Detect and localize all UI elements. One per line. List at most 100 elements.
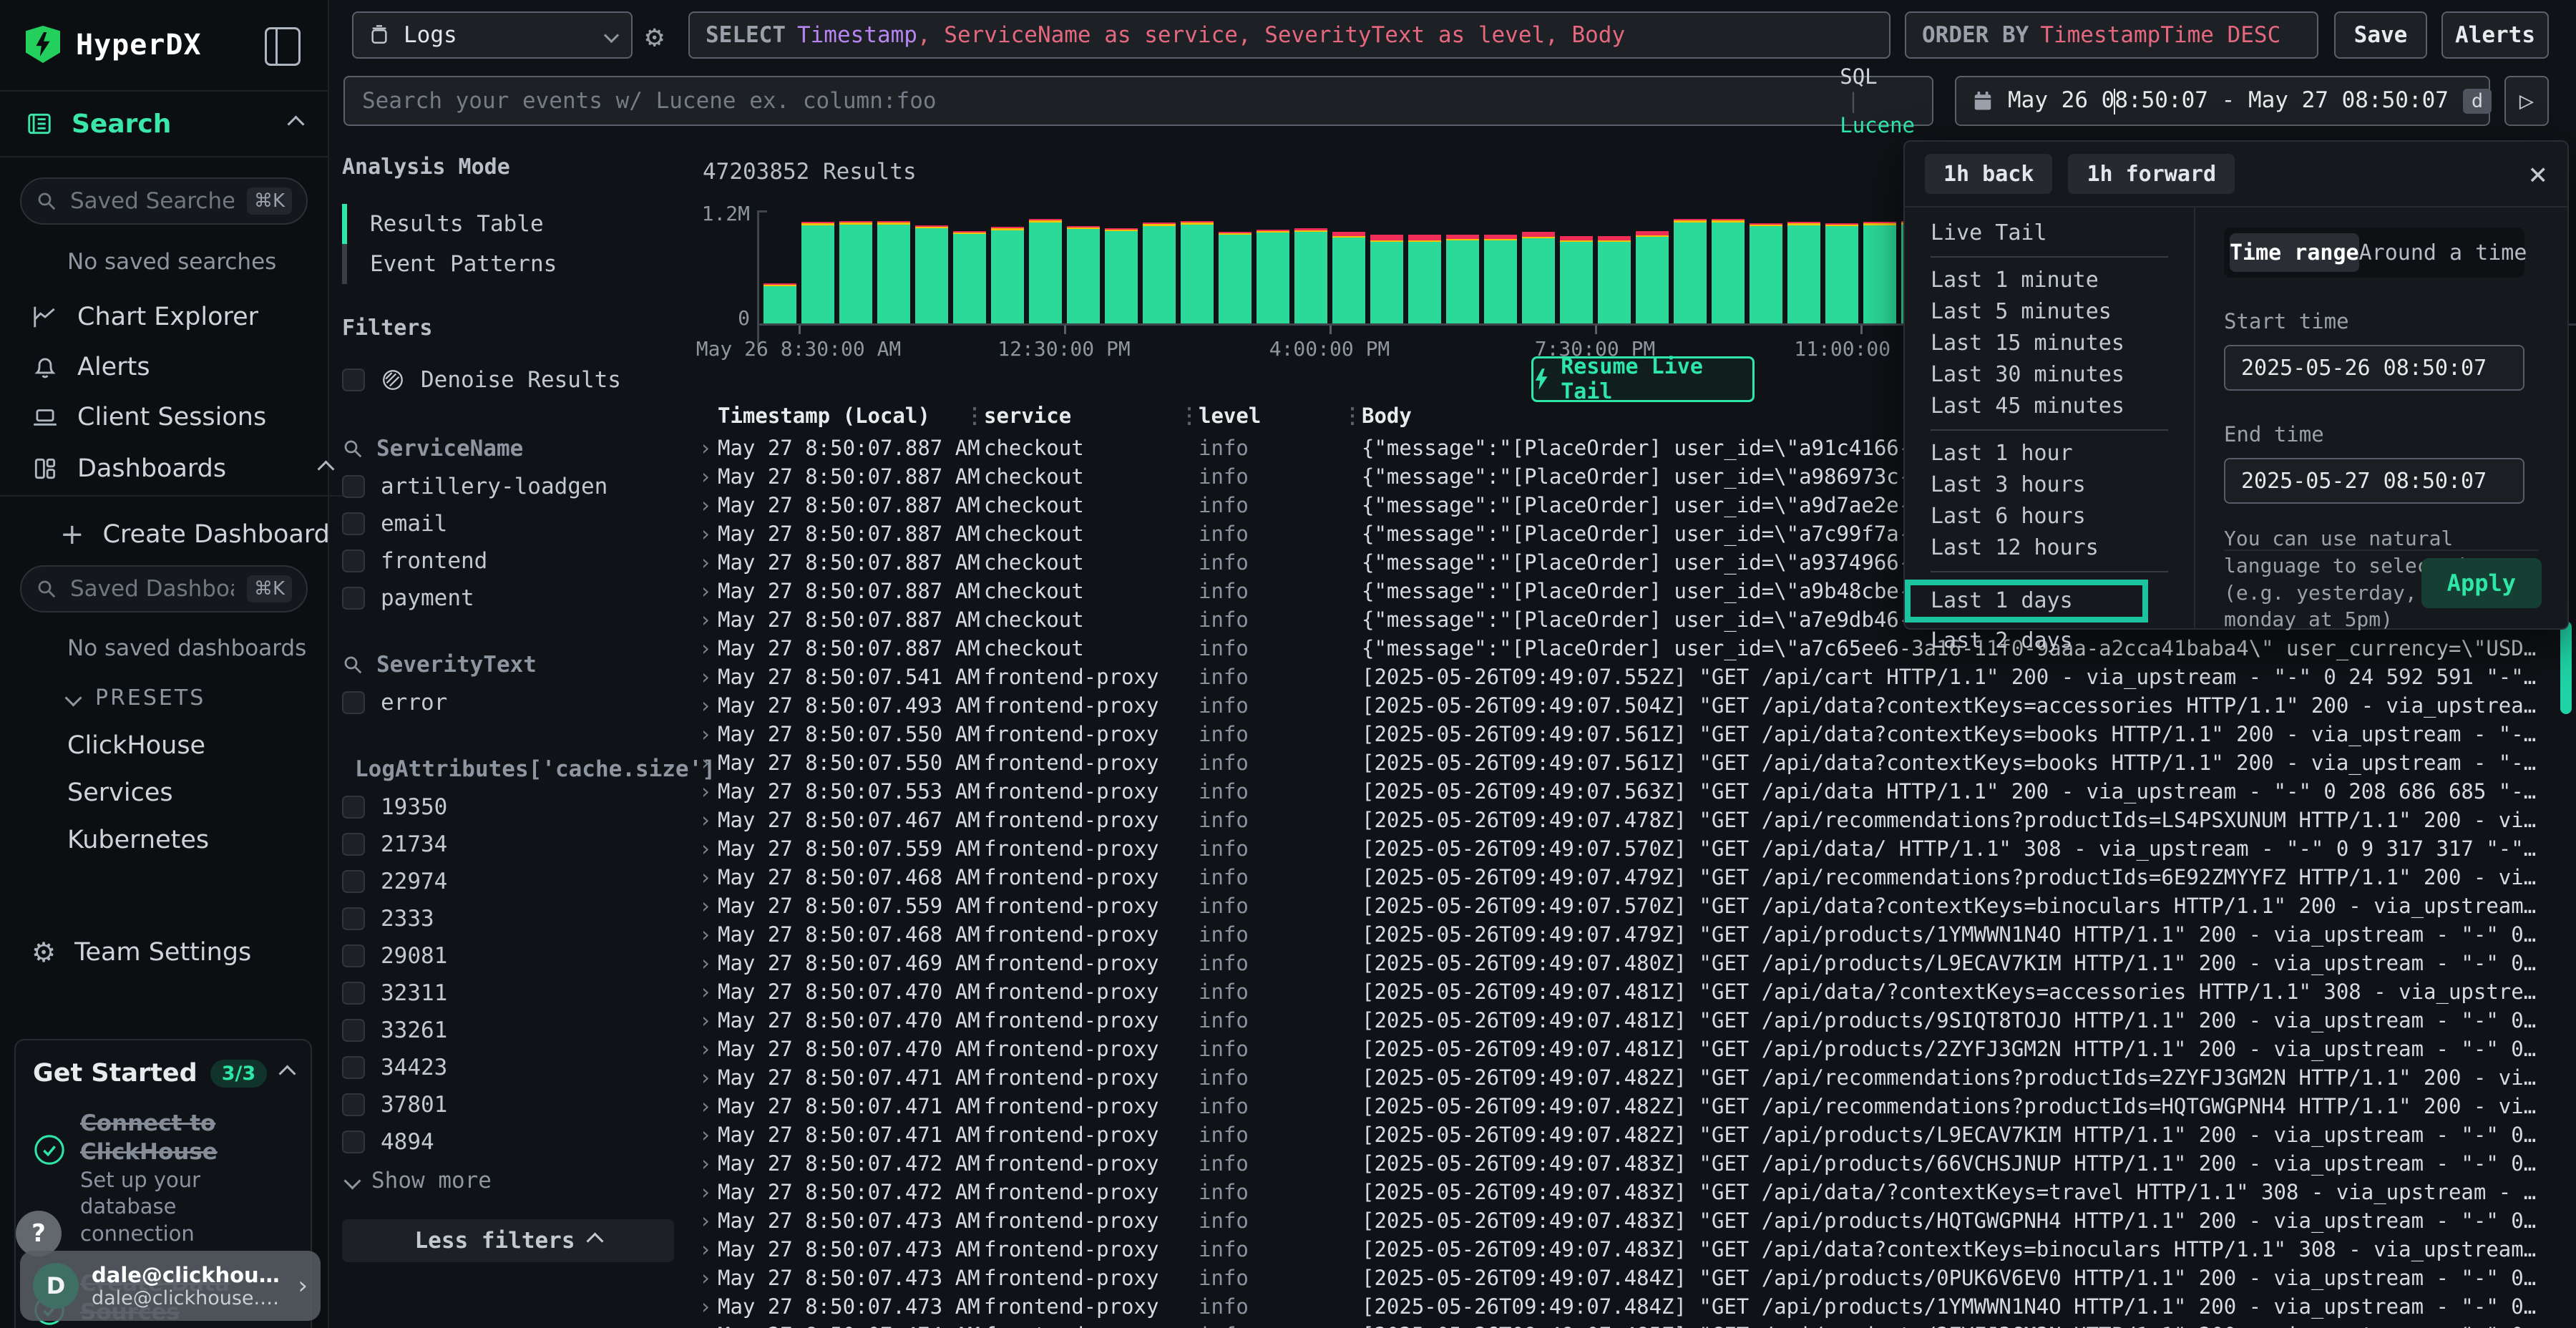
time-preset-last-15-minutes[interactable]: Last 15 minutes bbox=[1905, 328, 2194, 359]
scrollbar-thumb[interactable] bbox=[2560, 621, 2572, 714]
filter-option[interactable]: 19350 bbox=[342, 788, 693, 826]
row-expand-icon[interactable]: › bbox=[699, 1235, 711, 1264]
checkbox[interactable] bbox=[342, 982, 365, 1005]
checkbox[interactable] bbox=[342, 691, 365, 714]
table-row[interactable]: ›May 27 8:50:07.553 AMfrontend-proxyinfo… bbox=[698, 777, 2569, 806]
user-menu[interactable]: D dale@clickhouse.com dale@clickhouse.co… bbox=[20, 1251, 321, 1321]
row-expand-icon[interactable]: › bbox=[699, 605, 711, 634]
row-expand-icon[interactable]: › bbox=[699, 977, 711, 1006]
table-row[interactable]: ›May 27 8:50:07.467 AMfrontend-proxyinfo… bbox=[698, 806, 2569, 834]
chevron-up-icon[interactable] bbox=[287, 115, 304, 132]
filter-option[interactable]: artillery-loadgen bbox=[342, 468, 693, 505]
table-row[interactable]: ›May 27 8:50:07.473 AMfrontend-proxyinfo… bbox=[698, 1206, 2569, 1235]
column-resize-handle[interactable]: ⋮ bbox=[964, 404, 985, 429]
row-expand-icon[interactable]: › bbox=[699, 634, 711, 663]
filter-option[interactable]: 21734 bbox=[342, 826, 693, 863]
chart-bar[interactable] bbox=[1863, 222, 1896, 323]
chart-bar[interactable] bbox=[801, 222, 834, 323]
row-expand-icon[interactable]: › bbox=[699, 777, 711, 806]
order-by-input[interactable]: ORDER BY TimestampTime DESC bbox=[1905, 11, 2318, 59]
checkbox[interactable] bbox=[342, 1093, 365, 1116]
chevron-up-icon[interactable] bbox=[278, 1065, 296, 1082]
time-preset-last-6-hours[interactable]: Last 6 hours bbox=[1905, 501, 2194, 532]
chart-bar[interactable] bbox=[1787, 222, 1820, 323]
chart-bar[interactable] bbox=[1257, 230, 1289, 323]
time-preset-live-tail[interactable]: Live Tail bbox=[1905, 218, 2194, 249]
one-hour-back-button[interactable]: 1h back bbox=[1925, 154, 2052, 194]
onboarding-step[interactable]: Connect to ClickHouse Set up your databa… bbox=[33, 1109, 293, 1248]
chart-bar[interactable] bbox=[877, 221, 910, 323]
language-toggle-lucene[interactable]: Lucene bbox=[1840, 113, 1915, 137]
table-row[interactable]: ›May 27 8:50:07.493 AMfrontend-proxyinfo… bbox=[698, 691, 2569, 720]
chart-bar[interactable] bbox=[1370, 235, 1403, 323]
time-preset-last-12-hours[interactable]: Last 12 hours bbox=[1905, 532, 2194, 564]
source-settings-gear-icon[interactable]: ⚙ bbox=[645, 19, 663, 54]
col-service[interactable]: service bbox=[984, 404, 1071, 428]
chart-bar[interactable] bbox=[1181, 221, 1214, 323]
close-icon[interactable]: × bbox=[2529, 156, 2548, 192]
sidebar-item-team-settings[interactable]: ⚙ Team Settings bbox=[0, 927, 359, 977]
col-level[interactable]: level bbox=[1199, 404, 1261, 428]
table-row[interactable]: ›May 27 8:50:07.559 AMfrontend-proxyinfo… bbox=[698, 834, 2569, 863]
tab-around-a-time[interactable]: Around a time bbox=[2359, 233, 2527, 272]
col-body[interactable]: Body bbox=[1362, 404, 1412, 428]
filter-option[interactable]: payment bbox=[342, 580, 693, 617]
row-expand-icon[interactable]: › bbox=[699, 577, 711, 605]
row-expand-icon[interactable]: › bbox=[699, 920, 711, 949]
chart-bar[interactable] bbox=[1219, 232, 1252, 323]
chart-bar[interactable] bbox=[1294, 228, 1327, 323]
mode-results-table[interactable]: Results Table bbox=[342, 204, 693, 244]
column-resize-handle[interactable]: ⋮ bbox=[1342, 404, 1363, 429]
filter-option[interactable]: 34423 bbox=[342, 1049, 693, 1086]
time-preset-last-45-minutes[interactable]: Last 45 minutes bbox=[1905, 391, 2194, 422]
checkbox[interactable] bbox=[342, 1131, 365, 1153]
resume-live-tail-button[interactable]: Resume Live Tail bbox=[1531, 356, 1755, 402]
chart-bar[interactable] bbox=[1332, 232, 1365, 323]
row-expand-icon[interactable]: › bbox=[699, 434, 711, 462]
table-row[interactable]: ›May 27 8:50:07.550 AMfrontend-proxyinfo… bbox=[698, 748, 2569, 777]
row-expand-icon[interactable]: › bbox=[699, 720, 711, 748]
table-row[interactable]: ›May 27 8:50:07.472 AMfrontend-proxyinfo… bbox=[698, 1149, 2569, 1178]
row-expand-icon[interactable]: › bbox=[699, 806, 711, 834]
filter-group-severitytext[interactable]: SeverityText bbox=[342, 645, 693, 684]
help-button[interactable]: ? bbox=[16, 1211, 62, 1256]
row-expand-icon[interactable]: › bbox=[699, 1264, 711, 1292]
row-expand-icon[interactable]: › bbox=[699, 519, 711, 548]
chart-bar[interactable] bbox=[1446, 235, 1479, 323]
preset-item-kubernetes[interactable]: Kubernetes bbox=[67, 826, 209, 854]
checkbox[interactable] bbox=[342, 833, 365, 856]
checkbox[interactable] bbox=[342, 870, 365, 893]
row-expand-icon[interactable]: › bbox=[699, 1063, 711, 1092]
chart-bar[interactable] bbox=[1143, 223, 1176, 323]
chart-bar[interactable] bbox=[1636, 231, 1669, 323]
row-expand-icon[interactable]: › bbox=[699, 863, 711, 892]
chart-bar[interactable] bbox=[1560, 236, 1593, 323]
time-preset-last-1-days[interactable]: Last 1 days bbox=[1905, 580, 2148, 622]
filter-option[interactable]: frontend bbox=[342, 542, 693, 580]
filter-option[interactable]: 33261 bbox=[342, 1012, 693, 1049]
row-expand-icon[interactable]: › bbox=[699, 834, 711, 863]
checkbox[interactable] bbox=[342, 796, 365, 819]
chart-bar[interactable] bbox=[1750, 223, 1782, 323]
row-expand-icon[interactable]: › bbox=[699, 1149, 711, 1178]
table-row[interactable]: ›May 27 8:50:07.468 AMfrontend-proxyinfo… bbox=[698, 920, 2569, 949]
table-row[interactable]: ›May 27 8:50:07.469 AMfrontend-proxyinfo… bbox=[698, 949, 2569, 977]
table-row[interactable]: ›May 27 8:50:07.470 AMfrontend-proxyinfo… bbox=[698, 1006, 2569, 1035]
alerts-button[interactable]: Alerts bbox=[2441, 11, 2549, 59]
table-row[interactable]: ›May 27 8:50:07.550 AMfrontend-proxyinfo… bbox=[698, 720, 2569, 748]
chart-bar[interactable] bbox=[1522, 232, 1555, 323]
row-expand-icon[interactable]: › bbox=[699, 1006, 711, 1035]
language-toggle-sql[interactable]: SQL bbox=[1840, 64, 1877, 89]
row-expand-icon[interactable]: › bbox=[699, 1035, 711, 1063]
table-row[interactable]: ›May 27 8:50:07.470 AMfrontend-proxyinfo… bbox=[698, 1035, 2569, 1063]
sidebar-item-search[interactable]: Search bbox=[0, 92, 328, 157]
row-expand-icon[interactable]: › bbox=[699, 748, 711, 777]
event-search-input[interactable]: Search your events w/ Lucene ex. column:… bbox=[343, 76, 1933, 126]
filter-option[interactable]: 37801 bbox=[342, 1086, 693, 1123]
filter-option[interactable]: 32311 bbox=[342, 975, 693, 1012]
checkbox[interactable] bbox=[342, 1056, 365, 1079]
source-select[interactable]: Logs bbox=[352, 11, 633, 59]
chart-bar[interactable] bbox=[1484, 235, 1517, 323]
column-resize-handle[interactable]: ⋮ bbox=[1179, 404, 1200, 429]
saved-searches-input[interactable]: Saved Searches ⌘K bbox=[20, 177, 308, 225]
